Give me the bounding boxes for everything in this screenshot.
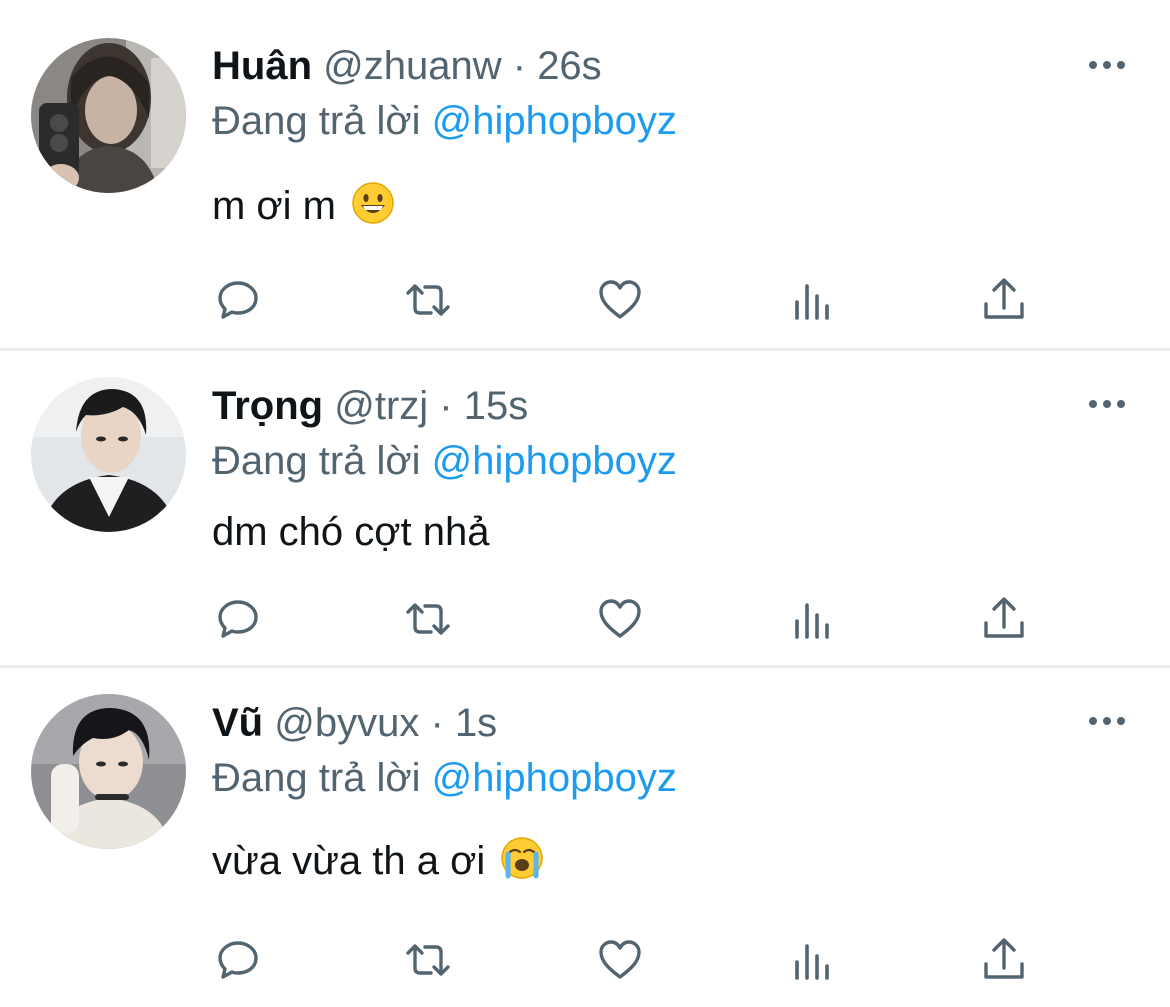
like-button[interactable] <box>590 589 650 649</box>
reply-icon <box>218 600 258 638</box>
share-button[interactable] <box>974 270 1034 330</box>
avatar[interactable] <box>31 377 186 532</box>
reply-button[interactable] <box>208 270 268 330</box>
username-handle[interactable]: @trzj <box>334 384 428 428</box>
retweet-button[interactable] <box>398 270 458 330</box>
reply-prefix: Đang trả lời <box>212 756 421 800</box>
display-name[interactable]: Vũ <box>212 701 263 745</box>
more-options-icon[interactable] <box>1087 394 1127 414</box>
tweet-text: vừa vừa th a ơi <box>212 835 544 887</box>
display-name[interactable]: Trọng <box>212 384 323 428</box>
views-button[interactable] <box>783 589 843 649</box>
reply-icon <box>218 941 258 979</box>
tweet-actions <box>0 930 1170 990</box>
reply-mention[interactable]: @hiphopboyz <box>432 99 677 143</box>
avatar[interactable] <box>31 694 186 849</box>
separator-dot: · <box>430 701 444 745</box>
more-options-icon[interactable] <box>1087 711 1127 731</box>
like-icon <box>599 280 641 319</box>
like-button[interactable] <box>590 270 650 330</box>
display-name[interactable]: Huân <box>212 44 312 88</box>
tweet-text-content: vừa vừa th a ơi <box>212 839 486 883</box>
views-icon <box>795 603 829 639</box>
timestamp[interactable]: 15s <box>464 384 529 428</box>
tweet-actions <box>0 589 1170 649</box>
reply-button[interactable] <box>208 930 268 990</box>
tweet-text: m ơi m <box>212 180 395 232</box>
share-button[interactable] <box>974 930 1034 990</box>
views-button[interactable] <box>783 930 843 990</box>
grinning-face-emoji <box>351 181 395 225</box>
tweet-feed: Huân @zhuanw · 26s Đang trả lời @hiphopb… <box>0 0 1170 1007</box>
avatar[interactable] <box>31 38 186 193</box>
retweet-icon <box>406 603 450 635</box>
reply-mention[interactable]: @hiphopboyz <box>432 756 677 800</box>
tweet[interactable]: Vũ @byvux · 1s Đang trả lời @hiphopboyz … <box>0 668 1170 1007</box>
tweet-actions <box>0 270 1170 330</box>
timestamp[interactable]: 1s <box>455 701 497 745</box>
separator-dot: · <box>512 44 527 88</box>
views-icon <box>795 284 829 320</box>
tweet-header: Trọng @trzj · 15s <box>212 380 528 432</box>
share-button[interactable] <box>974 589 1034 649</box>
retweet-icon <box>406 944 450 976</box>
username-handle[interactable]: @byvux <box>274 701 419 745</box>
reply-context: Đang trả lời @hiphopboyz <box>212 752 677 804</box>
views-icon <box>795 944 829 980</box>
tweet[interactable]: Trọng @trzj · 15s Đang trả lời @hiphopbo… <box>0 351 1170 665</box>
tweet-text: dm chó cợt nhả <box>212 506 489 558</box>
tweet-header: Vũ @byvux · 1s <box>212 697 497 749</box>
reply-context: Đang trả lời @hiphopboyz <box>212 95 677 147</box>
timestamp[interactable]: 26s <box>537 44 602 88</box>
reply-button[interactable] <box>208 589 268 649</box>
share-icon <box>984 938 1024 979</box>
share-icon <box>984 597 1024 638</box>
retweet-icon <box>406 284 450 316</box>
tweet-text-content: m ơi m <box>212 184 336 228</box>
more-options-icon[interactable] <box>1087 55 1127 75</box>
reply-mention[interactable]: @hiphopboyz <box>432 439 677 483</box>
reply-context: Đang trả lời @hiphopboyz <box>212 435 677 487</box>
reply-prefix: Đang trả lời <box>212 99 421 143</box>
retweet-button[interactable] <box>398 589 458 649</box>
username-handle[interactable]: @zhuanw <box>323 44 501 88</box>
tweet[interactable]: Huân @zhuanw · 26s Đang trả lời @hiphopb… <box>0 0 1170 348</box>
loudly-crying-face-emoji <box>500 836 544 880</box>
retweet-button[interactable] <box>398 930 458 990</box>
share-icon <box>984 278 1024 319</box>
separator-dot: · <box>439 384 453 428</box>
tweet-header: Huân @zhuanw · 26s <box>212 40 602 92</box>
reply-prefix: Đang trả lời <box>212 439 421 483</box>
tweet-text-content: dm chó cợt nhả <box>212 510 490 554</box>
like-button[interactable] <box>590 930 650 990</box>
like-icon <box>599 940 641 979</box>
reply-icon <box>218 281 258 319</box>
like-icon <box>599 599 641 638</box>
views-button[interactable] <box>783 270 843 330</box>
